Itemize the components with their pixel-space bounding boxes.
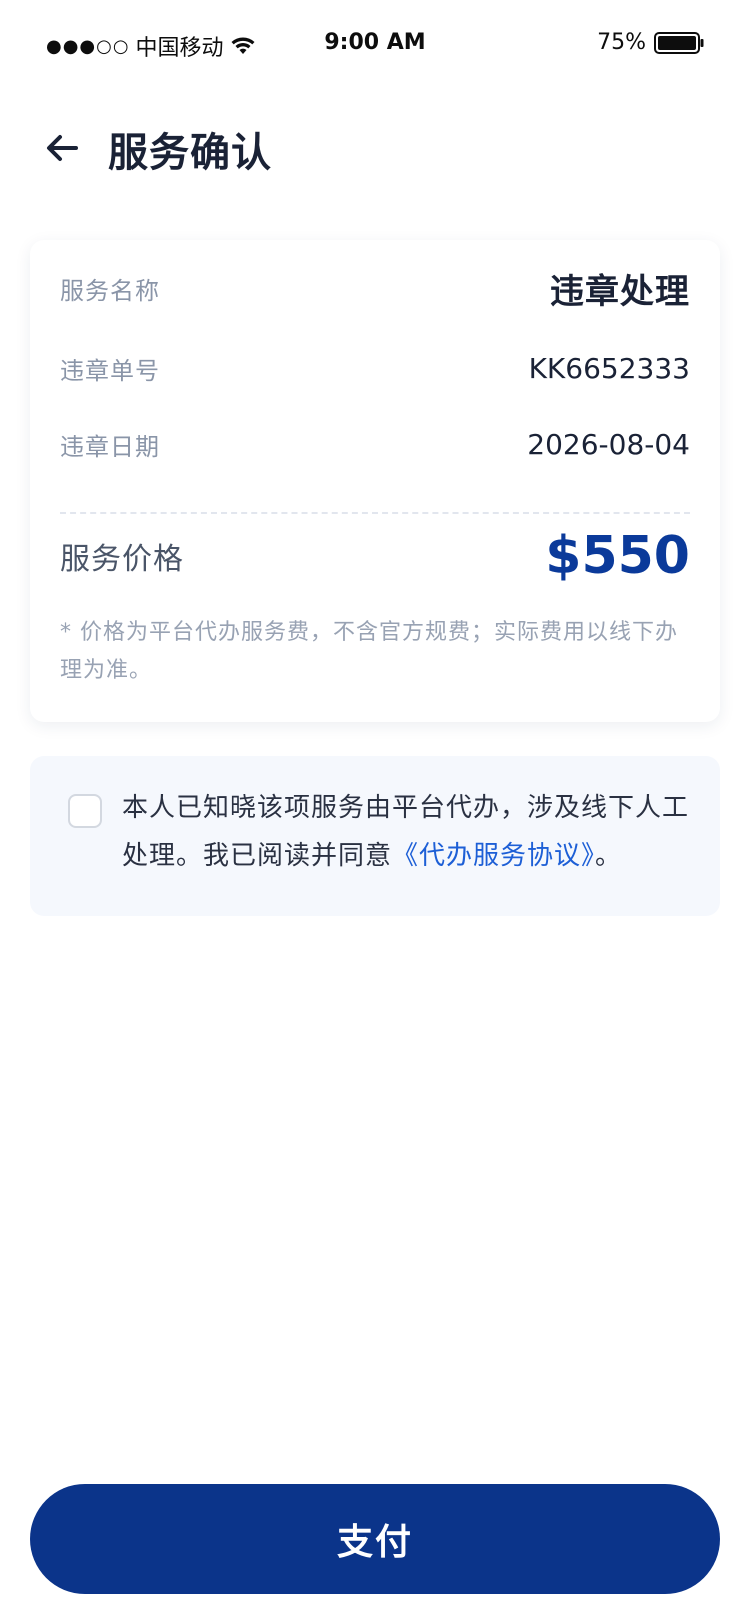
battery-percent: 75%: [597, 30, 646, 55]
price-value: $550: [545, 526, 690, 586]
violation-date-row: 违章日期 2026-08-04: [60, 420, 690, 468]
price-note: * 价格为平台代办服务费，不含官方规费；实际费用以线下办理为准。: [60, 620, 678, 683]
back-arrow-icon[interactable]: [42, 128, 82, 168]
violation-number-label: 违章单号: [60, 356, 160, 385]
violation-number-row: 违章单号 KK6652333: [60, 344, 690, 392]
header: 服务确认: [0, 110, 750, 190]
status-right: 75%: [597, 30, 704, 55]
service-name-value: 违章处理: [550, 271, 690, 312]
service-agreement-link[interactable]: 《代办服务协议》: [392, 841, 595, 871]
service-info-card: 服务名称 违章处理 违章单号 KK6652333 违章日期 2026-08-04…: [30, 240, 720, 722]
violation-number-value: KK6652333: [528, 351, 690, 385]
service-name-label: 服务名称: [60, 276, 160, 305]
agreement-checkbox[interactable]: [68, 794, 102, 828]
page-title: 服务确认: [108, 130, 272, 176]
violation-date-value: 2026-08-04: [527, 427, 690, 461]
agreement-box: 本人已知晓该项服务由平台代办，涉及线下人工处理。我已阅读并同意《代办服务协议》。: [30, 756, 720, 916]
violation-date-label: 违章日期: [60, 432, 160, 461]
agreement-text-after: 。: [595, 841, 623, 871]
agreement-text: 本人已知晓该项服务由平台代办，涉及线下人工处理。我已阅读并同意《代办服务协议》。: [122, 784, 690, 880]
status-bar: ●●●○○ 中国移动 9:00 AM 75%: [0, 0, 750, 92]
service-name-row: 服务名称 违章处理: [60, 264, 690, 312]
dashed-divider: [60, 512, 690, 514]
price-label: 服务价格: [60, 542, 184, 577]
pay-button[interactable]: 支付: [30, 1484, 720, 1594]
price-row: 服务价格 $550: [60, 522, 690, 590]
battery-icon: [654, 31, 704, 54]
